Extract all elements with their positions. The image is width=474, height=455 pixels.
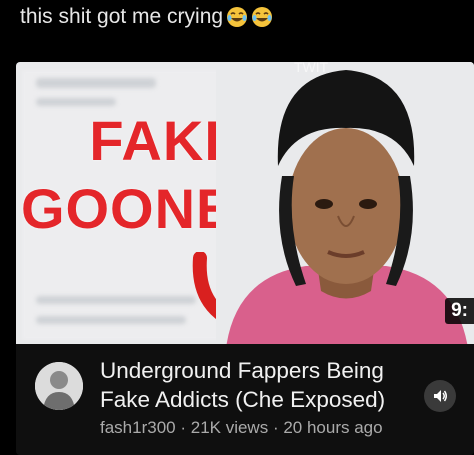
crying-laughing-emoji-icon: [227, 7, 248, 27]
video-meta: fash1r300 · 21K views · 20 hours ago: [100, 418, 383, 438]
post-caption-row: this shit got me crying: [20, 4, 273, 30]
blurred-header-line: [36, 98, 116, 106]
blurred-header-line: [36, 78, 156, 88]
duration-badge: 9:: [445, 298, 474, 324]
crying-laughing-emoji-icon: [252, 7, 273, 27]
thumbnail-person-image: TWIT: [216, 62, 474, 344]
video-card[interactable]: FAKE GOONER? TWIT 9: Underground Fappers…: [16, 62, 474, 455]
video-info: Underground Fappers Being Fake Addicts (…: [16, 344, 474, 455]
video-thumbnail[interactable]: FAKE GOONER? TWIT 9:: [16, 62, 474, 344]
blurred-handle-line: [36, 296, 196, 304]
blurred-text-line: [36, 316, 186, 324]
speaker-icon: [434, 390, 447, 402]
post-caption: this shit got me crying: [20, 5, 224, 28]
sound-button[interactable]: [424, 380, 456, 412]
meta-separator: ·: [175, 418, 191, 437]
view-count: 21K views: [190, 418, 269, 437]
video-title[interactable]: Underground Fappers Being Fake Addicts (…: [100, 356, 440, 414]
meta-separator: ·: [268, 418, 284, 437]
avatar-figure-icon: [35, 362, 83, 410]
upload-age: 20 hours ago: [283, 418, 383, 437]
channel-avatar[interactable]: [35, 362, 83, 410]
channel-name[interactable]: fash1r300: [100, 418, 176, 437]
thumbnail-watermark: TWIT: [294, 62, 329, 75]
